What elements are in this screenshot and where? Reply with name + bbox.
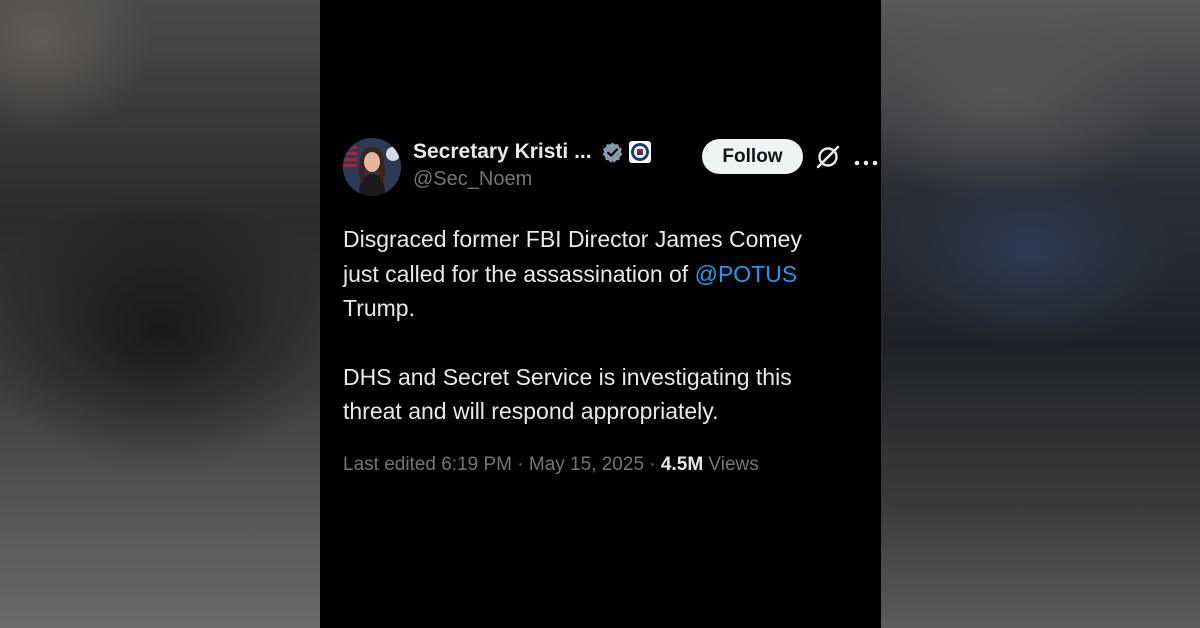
follow-button[interactable]: Follow — [702, 139, 803, 174]
more-options-icon[interactable] — [854, 153, 878, 166]
blurred-background-left — [0, 0, 320, 628]
mention-link[interactable]: @POTUS — [695, 261, 798, 287]
tweet-text: Disgraced former FBI Director James Come… — [343, 222, 863, 429]
dhs-seal-icon[interactable] — [628, 141, 651, 163]
tweet-meta: Last edited 6:19 PM · May 15, 2025 · 4.5… — [343, 454, 759, 476]
tweet-card: Secretary Kristi ... @Sec_Noem Follow Di… — [320, 0, 881, 628]
tweet-text-line: threat and will respond appropriately. — [343, 398, 719, 424]
edited-timestamp[interactable]: Last edited 6:19 PM · May 15, 2025 · — [343, 454, 661, 475]
tweet-text-span: just called for the assassination of — [343, 260, 695, 287]
views-label: Views — [703, 454, 759, 475]
grok-icon[interactable] — [815, 144, 841, 170]
verified-badge-icon — [601, 141, 624, 164]
views-count: 4.5M — [660, 454, 704, 475]
tweet-header: Secretary Kristi ... @Sec_Noem Follow — [343, 138, 878, 198]
tweet-text-line: just called for the assassination of @PO… — [343, 257, 863, 292]
tweet-text-line: DHS and Secret Service is investigating … — [343, 363, 792, 390]
author-display-name[interactable]: Secretary Kristi ... — [413, 140, 592, 164]
author-handle[interactable]: @Sec_Noem — [413, 168, 651, 191]
author-block: Secretary Kristi ... @Sec_Noem — [413, 140, 651, 191]
blurred-background-right — [881, 0, 1200, 628]
tweet-text-line: Disgraced former FBI Director James Come… — [343, 226, 802, 252]
avatar[interactable] — [343, 138, 401, 196]
tweet-text-line: Trump. — [343, 295, 415, 321]
